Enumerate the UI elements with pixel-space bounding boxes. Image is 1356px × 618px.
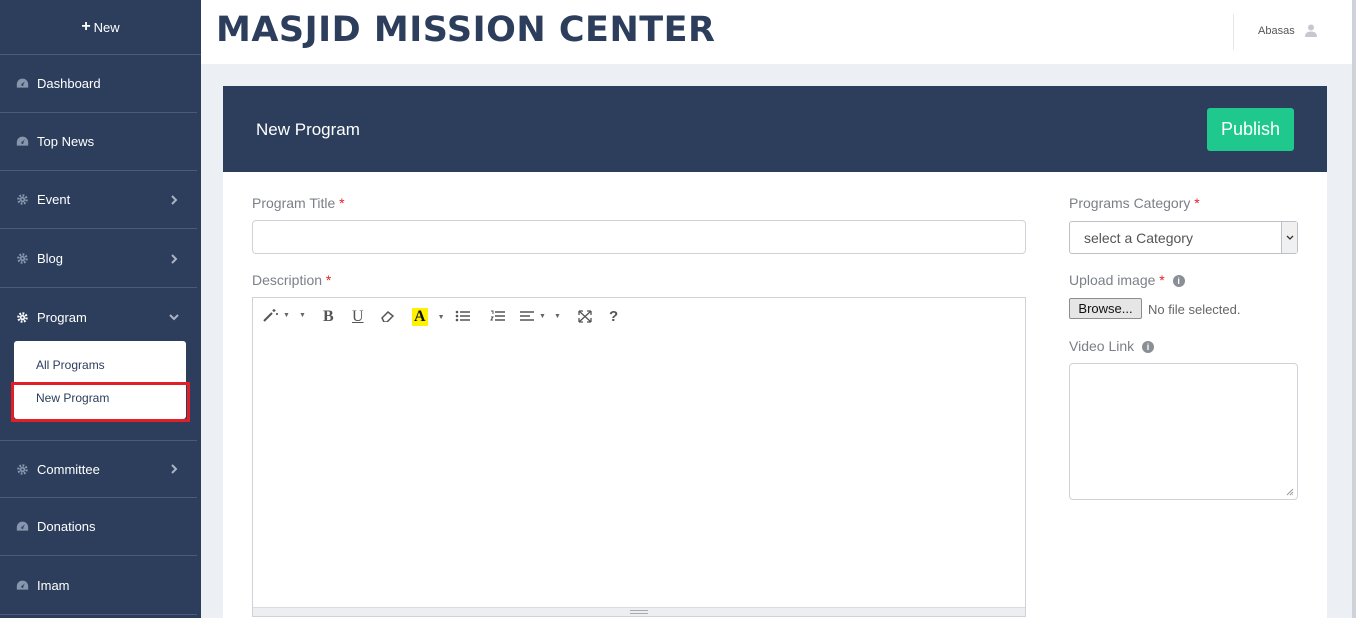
caret-down-icon: ▼ — [539, 312, 546, 320]
required-mark: * — [1159, 272, 1165, 288]
category-select[interactable]: select a Category — [1069, 221, 1298, 254]
sidebar-item-label: Event — [37, 192, 71, 207]
program-title-label-text: Program Title — [252, 195, 336, 211]
gear-icon — [17, 194, 28, 205]
bold-button[interactable]: B — [323, 308, 334, 326]
plus-icon: + — [81, 18, 91, 35]
dashboard-icon — [16, 136, 29, 146]
sidebar-item-donations[interactable]: Donations — [0, 498, 197, 556]
highlight-button[interactable]: A ▼ — [412, 308, 445, 326]
select-arrow — [1281, 222, 1297, 253]
video-link-label: Video Link i — [1069, 338, 1155, 354]
required-mark: * — [339, 195, 345, 211]
sidebar-item-dashboard[interactable]: Dashboard — [0, 55, 197, 113]
description-editor[interactable]: ▼ ▼ B U A ▼ ▼ ▼ ? — [252, 297, 1026, 617]
sidebar-item-committee[interactable]: Committee — [0, 440, 197, 498]
chevron-right-icon — [171, 464, 178, 474]
description-label-text: Description — [252, 272, 323, 288]
video-label-text: Video Link — [1069, 338, 1135, 354]
chevron-right-icon — [171, 194, 178, 205]
category-label-text: Programs Category — [1069, 195, 1191, 211]
dashboard-icon — [16, 580, 29, 590]
sidebar-item-label: Program — [37, 309, 87, 325]
expand-icon — [578, 310, 592, 323]
resize-handle-icon[interactable] — [1286, 488, 1294, 496]
new-program-card: New Program Publish Program Title * Desc… — [223, 86, 1327, 618]
no-file-text: No file selected. — [1148, 302, 1241, 317]
align-left-icon — [520, 311, 534, 321]
sidebar-item-label: Top News — [37, 134, 95, 149]
sidebar-item-label: Blog — [37, 251, 64, 266]
info-icon[interactable]: i — [1172, 275, 1185, 287]
dashboard-icon — [16, 521, 29, 531]
program-title-input[interactable] — [252, 220, 1026, 254]
sidebar-item-label: Dashboard — [37, 76, 101, 91]
browse-button[interactable]: Browse... — [1069, 298, 1142, 319]
header-divider — [1233, 14, 1234, 50]
description-label: Description * — [252, 272, 331, 288]
sidebar-item-label: Donations — [37, 519, 96, 534]
submenu-item-all-programs[interactable]: All Programs — [36, 358, 105, 372]
eraser-button[interactable] — [381, 310, 394, 322]
upload-image-label: Upload image * i — [1069, 272, 1185, 288]
align-button[interactable]: ▼ ▼ — [519, 310, 561, 322]
sidebar-item-program[interactable]: Program — [0, 288, 197, 346]
sidebar-item-imam[interactable]: Imam — [0, 557, 197, 615]
page-title: New Program — [256, 120, 360, 139]
gear-icon — [17, 253, 28, 264]
caret-down-icon: ▼ — [298, 311, 306, 319]
fullscreen-button[interactable] — [578, 310, 592, 323]
required-mark: * — [1194, 195, 1200, 211]
resize-grip-icon — [630, 610, 648, 614]
gear-icon — [17, 463, 28, 475]
info-icon[interactable]: i — [1142, 341, 1155, 353]
submenu-item-new-program[interactable]: New Program — [36, 391, 109, 405]
sidebar-item-label: Imam — [37, 578, 70, 593]
category-selected-value: select a Category — [1084, 230, 1193, 246]
dashboard-icon — [16, 78, 29, 88]
sidebar-item-label: Committee — [37, 461, 100, 477]
sidebar-item-event[interactable]: Event — [0, 171, 197, 229]
required-mark: * — [325, 272, 332, 288]
magic-wand-icon — [263, 309, 278, 322]
caret-down-icon: ▼ — [553, 312, 561, 320]
sidebar-item-top-news[interactable]: Top News — [0, 113, 197, 171]
upload-label-text: Upload image — [1069, 272, 1156, 288]
numbered-list-icon — [490, 310, 505, 321]
underline-button[interactable]: U — [352, 308, 364, 326]
chevron-down-icon — [1286, 235, 1293, 240]
chevron-right-icon — [171, 253, 178, 264]
editor-resize-bar[interactable] — [253, 607, 1025, 616]
sidebar: + New Dashboard Top News Event Blog Prog… — [0, 0, 201, 618]
program-title-label: Program Title * — [252, 195, 345, 211]
new-label: New — [93, 19, 120, 35]
page-scrollbar[interactable] — [1352, 0, 1356, 618]
site-title: MASJID MISSION CENTER — [216, 10, 716, 50]
video-link-textarea[interactable] — [1069, 363, 1298, 500]
new-button[interactable]: + New — [0, 0, 201, 55]
user-menu[interactable]: Abasas — [1258, 24, 1317, 37]
category-label: Programs Category * — [1069, 195, 1200, 211]
sidebar-item-blog[interactable]: Blog — [0, 230, 197, 288]
user-icon — [1304, 24, 1317, 37]
chevron-down-icon — [169, 314, 179, 321]
ordered-list-button[interactable] — [490, 310, 506, 322]
caret-down-icon: ▼ — [437, 313, 445, 321]
bullet-list-icon — [455, 310, 470, 322]
user-name: Abasas — [1258, 24, 1295, 37]
unordered-list-button[interactable] — [455, 310, 471, 322]
program-submenu: All Programs New Program — [14, 341, 186, 419]
eraser-icon — [381, 310, 394, 322]
top-header: MASJID MISSION CENTER Abasas — [201, 0, 1356, 64]
highlight-color-icon: A — [412, 308, 428, 326]
publish-button[interactable]: Publish — [1207, 108, 1294, 151]
gear-icon — [17, 311, 28, 323]
caret-down-icon: ▼ — [283, 311, 290, 319]
style-dropdown[interactable]: ▼ ▼ — [263, 308, 306, 322]
card-header: New Program Publish — [223, 86, 1327, 172]
editor-toolbar: ▼ ▼ B U A ▼ ▼ ▼ ? — [253, 298, 1025, 338]
help-button[interactable]: ? — [609, 308, 618, 325]
